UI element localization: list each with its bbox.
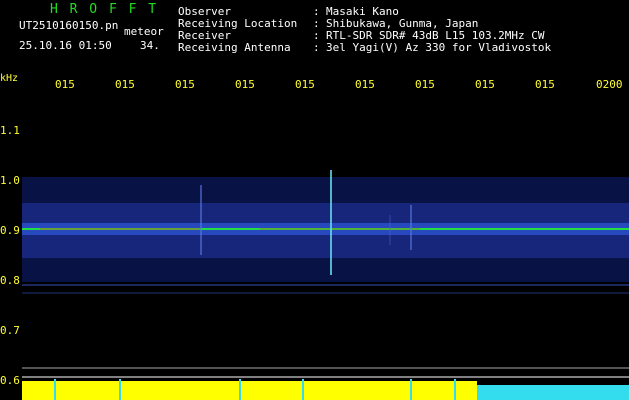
time-tick: 015: [535, 78, 555, 91]
app-title: H R O F F T: [50, 2, 159, 17]
separator: :: [313, 41, 320, 54]
separator: :: [313, 17, 320, 30]
time-tick: 015: [175, 78, 195, 91]
khz-axis-unit: kHz: [0, 73, 19, 84]
antenna-value: 3el Yagi(V) Az 330 for Vladivostok: [326, 41, 552, 54]
receiver-value: RTL-SDR SDR# 43dB L15 103.2MHz CW: [326, 29, 545, 42]
separator: :: [313, 5, 320, 18]
file-name: UT2510160150.pn: [19, 19, 119, 32]
separator: :: [313, 29, 320, 42]
time-tick: 015: [415, 78, 435, 91]
receiver-label: Receiver: [178, 29, 231, 42]
location-value: Shibukawa, Gunma, Japan: [326, 17, 479, 30]
time-tick: 015: [235, 78, 255, 91]
antenna-label: Receiving Antenna: [178, 41, 291, 54]
histogram-tail-area: [477, 385, 629, 400]
date-time: 25.10.16 01:50: [19, 39, 112, 52]
meteor-count: 34.: [140, 39, 160, 52]
meteor-label: meteor: [124, 25, 164, 38]
location-label: Receiving Location: [178, 17, 298, 30]
observer-value: Masaki Kano: [326, 5, 399, 18]
histogram-bar-area: [22, 381, 477, 400]
observer-label: Observer: [178, 5, 231, 18]
time-tick: 015: [55, 78, 75, 91]
time-tick: 0200: [596, 78, 623, 91]
spectrogram: [22, 170, 629, 400]
time-tick: 015: [475, 78, 495, 91]
time-tick: 015: [115, 78, 135, 91]
time-tick: 015: [355, 78, 375, 91]
time-tick: 015: [295, 78, 315, 91]
